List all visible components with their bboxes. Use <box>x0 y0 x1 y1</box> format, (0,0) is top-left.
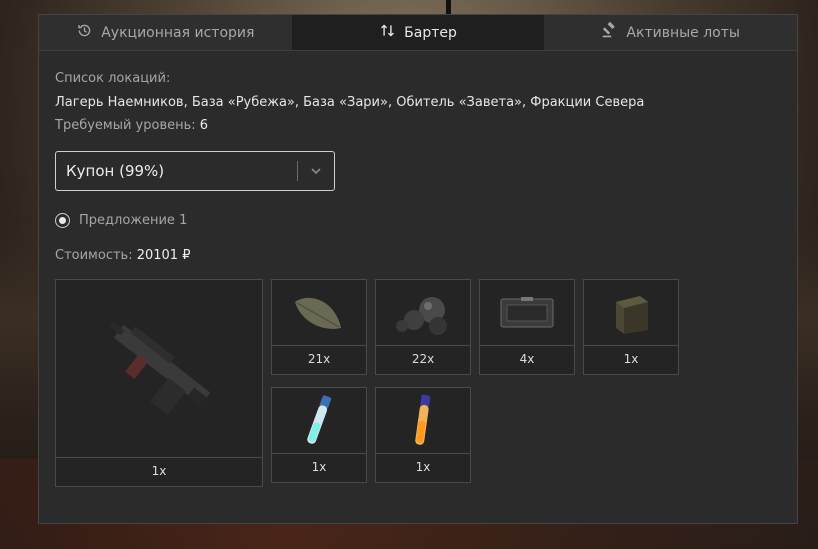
item-count: 1x <box>623 352 639 366</box>
item-slot-vial-orange[interactable]: 1x <box>375 387 471 483</box>
tab-label: Бартер <box>404 24 457 41</box>
tab-active-lots[interactable]: Активные лоты <box>544 15 798 50</box>
radio-dot <box>59 217 66 224</box>
swap-arrows-icon <box>379 22 396 43</box>
tab-label: Аукционная история <box>101 24 255 41</box>
cost-value: 20101 ₽ <box>136 248 191 263</box>
cost: Стоимость: 20101 ₽ <box>55 248 781 263</box>
leaf-icon <box>272 280 366 346</box>
vial-blue-icon <box>272 388 366 454</box>
tab-label: Активные лоты <box>626 24 740 41</box>
item-count: 1x <box>415 460 431 474</box>
chevron-down-icon[interactable] <box>308 163 324 179</box>
tab-bar: Аукционная история Бартер Активные лоты <box>39 15 798 51</box>
level-label: Требуемый уровень: <box>55 118 196 133</box>
item-count: 4x <box>519 352 535 366</box>
item-count: 1x <box>311 460 327 474</box>
gavel-icon <box>601 21 618 43</box>
item-slot-case[interactable]: 4x <box>479 279 575 375</box>
box-icon <box>584 280 678 346</box>
select-value: Купон (99%) <box>66 162 165 180</box>
item-slot-weapon[interactable]: 1x <box>55 279 263 487</box>
coupon-select[interactable]: Купон (99%) <box>55 151 335 191</box>
history-icon <box>76 22 93 43</box>
item-slot-box[interactable]: 1x <box>583 279 679 375</box>
spheres-icon <box>376 280 470 346</box>
barter-panel: Аукционная история Бартер Активные лоты … <box>38 14 798 524</box>
offer-radio[interactable] <box>55 213 70 228</box>
item-count: 21x <box>307 352 331 366</box>
tab-barter[interactable]: Бартер <box>291 15 545 50</box>
rifle-icon <box>56 280 262 458</box>
background-pole <box>446 0 451 14</box>
vial-orange-icon <box>376 388 470 454</box>
tab-auction-history[interactable]: Аукционная история <box>39 15 292 50</box>
level-value: 6 <box>199 118 209 133</box>
item-count: 22x <box>411 352 435 366</box>
offer-option[interactable]: Предложение 1 <box>55 213 781 228</box>
item-count: 1x <box>151 464 167 478</box>
item-slot-spheres[interactable]: 22x <box>375 279 471 375</box>
locations-label: Список локаций: <box>55 71 171 86</box>
required-level: Требуемый уровень: 6 <box>55 118 781 133</box>
case-icon <box>480 280 574 346</box>
item-slot-leaf[interactable]: 21x <box>271 279 367 375</box>
select-divider <box>297 161 298 181</box>
offer-label: Предложение 1 <box>79 213 188 228</box>
item-slot-vial-blue[interactable]: 1x <box>271 387 367 483</box>
items-grid: 1x 21x 22x 4x 1x 1x 1x <box>55 279 695 489</box>
cost-label: Стоимость: <box>55 248 133 263</box>
locations-value: Лагерь Наемников, База «Рубежа», База «З… <box>55 95 645 110</box>
